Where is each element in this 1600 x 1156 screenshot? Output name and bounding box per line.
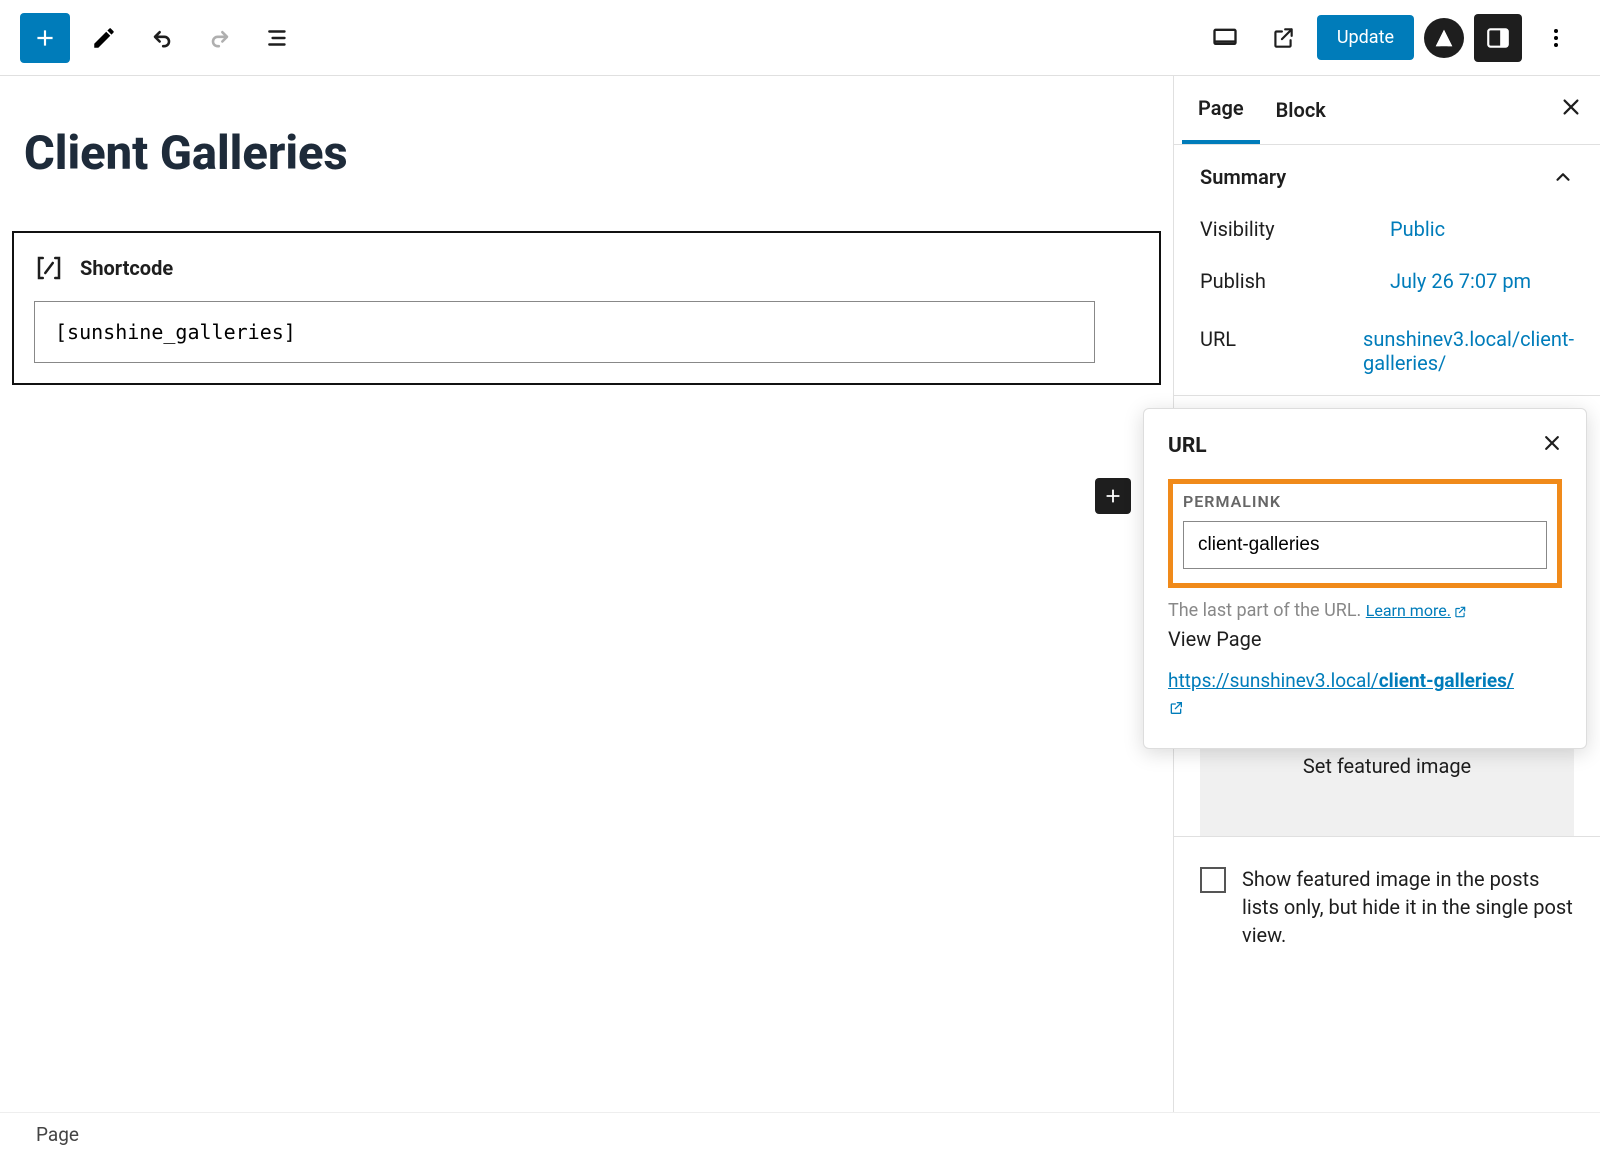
sidebar-tabs: Page Block: [1174, 76, 1600, 145]
publish-value[interactable]: July 26 7:07 pm: [1390, 269, 1574, 293]
external-link-icon: [1270, 25, 1296, 51]
url-popover-title: URL: [1168, 434, 1207, 458]
permalink-prefix: https://sunshinev3.local/: [1168, 669, 1379, 692]
avatar[interactable]: [1424, 18, 1464, 58]
url-popover-header: URL: [1168, 433, 1562, 459]
featured-image-checkbox-row: Show featured image in the posts lists o…: [1174, 837, 1600, 969]
external-link-icon: [1453, 605, 1467, 619]
visibility-label: Visibility: [1200, 217, 1390, 241]
update-button[interactable]: Update: [1317, 15, 1414, 60]
summary-panel-header[interactable]: Summary: [1200, 165, 1574, 189]
url-value[interactable]: sunshinev3.local/client-galleries/: [1363, 327, 1574, 375]
preview-link-button[interactable]: [1259, 14, 1307, 62]
sidebar-panel-icon: [1485, 25, 1511, 51]
shortcode-label: Shortcode: [80, 256, 173, 280]
row-visibility: Visibility Public: [1200, 217, 1574, 241]
shortcode-block-header: Shortcode: [34, 253, 1139, 283]
toolbar-right-group: Update: [1201, 14, 1580, 62]
pencil-icon: [91, 25, 117, 51]
learn-more-link[interactable]: Learn more.: [1366, 601, 1467, 620]
undo-button[interactable]: [138, 14, 186, 62]
permalink-slug: client-galleries/: [1379, 669, 1514, 692]
close-icon: [1542, 433, 1562, 453]
row-publish: Publish July 26 7:07 pm: [1200, 269, 1574, 293]
kebab-icon: [1544, 26, 1568, 50]
shortcode-icon: [34, 253, 64, 283]
tab-page[interactable]: Page: [1182, 76, 1260, 144]
breadcrumb[interactable]: Page: [0, 1112, 1600, 1156]
plus-icon: [1102, 485, 1124, 507]
featured-image-checkbox-label: Show featured image in the posts lists o…: [1242, 865, 1574, 949]
url-popover: URL PERMALINK The last part of the URL. …: [1143, 408, 1587, 749]
view-page-label: View Page: [1168, 627, 1562, 651]
shortcode-block[interactable]: Shortcode: [12, 231, 1161, 385]
summary-panel: Summary Visibility Public Publish July 2…: [1174, 145, 1600, 396]
top-toolbar: Update: [0, 0, 1600, 76]
options-menu-button[interactable]: [1532, 14, 1580, 62]
plus-icon: [32, 25, 58, 51]
add-block-button[interactable]: [20, 13, 70, 63]
settings-panel-button[interactable]: [1474, 14, 1522, 62]
close-popover-button[interactable]: [1542, 433, 1562, 459]
close-sidebar-button[interactable]: [1560, 96, 1582, 124]
list-icon: [265, 25, 291, 51]
external-link-icon: [1168, 700, 1184, 716]
chevron-up-icon: [1552, 166, 1574, 188]
summary-title: Summary: [1200, 165, 1286, 189]
view-button[interactable]: [1201, 14, 1249, 62]
document-overview-button[interactable]: [254, 14, 302, 62]
avatar-icon: [1433, 27, 1455, 49]
publish-label: Publish: [1200, 269, 1390, 293]
redo-button[interactable]: [196, 14, 244, 62]
tab-block[interactable]: Block: [1260, 78, 1342, 142]
visibility-value[interactable]: Public: [1390, 217, 1574, 241]
insert-block-below-button[interactable]: [1095, 478, 1131, 514]
edit-mode-button[interactable]: [80, 14, 128, 62]
page-title[interactable]: Client Galleries: [24, 126, 1161, 181]
featured-image-checkbox[interactable]: [1200, 867, 1226, 893]
permalink-helper-text: The last part of the URL.: [1168, 600, 1366, 621]
close-icon: [1560, 96, 1582, 118]
redo-icon: [206, 24, 234, 52]
desktop-icon: [1211, 24, 1239, 52]
permalink-highlight-box: PERMALINK: [1168, 479, 1562, 588]
permalink-label: PERMALINK: [1183, 492, 1547, 511]
shortcode-input[interactable]: [34, 301, 1095, 363]
external-open-icon-row: [1168, 700, 1562, 720]
full-permalink-link[interactable]: https://sunshinev3.local/client-gallerie…: [1168, 669, 1514, 692]
permalink-input[interactable]: [1183, 521, 1547, 569]
editor-canvas: Client Galleries Shortcode: [0, 76, 1173, 1112]
toolbar-left-group: [20, 13, 302, 63]
row-url: URL sunshinev3.local/client-galleries/: [1200, 327, 1574, 375]
url-label: URL: [1200, 327, 1363, 375]
